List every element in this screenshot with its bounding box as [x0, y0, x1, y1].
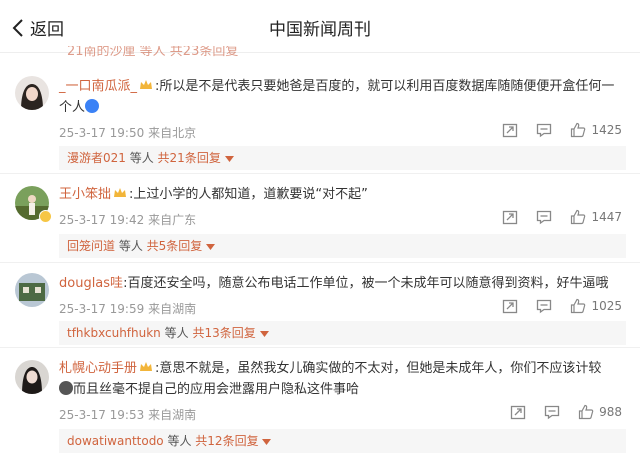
back-label: 返回: [30, 20, 64, 40]
verified-badge-icon: [39, 210, 52, 223]
like-count: 1425: [591, 123, 622, 137]
like-button[interactable]: 1025: [570, 298, 622, 314]
comment-icon: [537, 299, 552, 314]
crown-badge-icon: [140, 362, 153, 371]
top-nav-bar: 返回 中国新闻周刊: [0, 0, 640, 53]
thumbs-up-icon: [578, 404, 594, 420]
comment-item: douglas哇:百度还安全吗，随意公布电话工作单位，被一个未成年可以随意得到资…: [0, 263, 640, 348]
reply-connector: 等人: [160, 326, 193, 340]
comment-location: 来自北京: [148, 126, 197, 140]
back-button[interactable]: 返回: [12, 15, 64, 40]
comment-icon: [537, 123, 552, 138]
like-count: 1447: [591, 210, 622, 224]
comment-username[interactable]: 札幌心动手册: [59, 361, 137, 376]
comment-item: 王小笨拙 :上过小学的人都知道，道歉要说“对不起” 25-3-17 19:42 来…: [0, 174, 640, 264]
comment-location: 来自广东: [148, 213, 197, 227]
thumbs-up-icon: [571, 209, 586, 225]
like-button[interactable]: 1447: [570, 209, 622, 225]
comment-icon: [537, 210, 552, 225]
repost-icon: [503, 210, 518, 225]
comment-time: 25-3-17 19:50: [59, 126, 145, 140]
reply-connector: 等人: [125, 151, 158, 165]
avatar[interactable]: [15, 273, 49, 307]
comment-location: 来自湖南: [148, 408, 197, 422]
comment-button[interactable]: [536, 209, 552, 225]
reply-connector: 等人: [163, 434, 196, 448]
comment-button[interactable]: [536, 122, 552, 138]
comment-item: 札幌心动手册 :意思不就是，虽然我女儿确实做的不太对，但她是未成年人，你们不应该计…: [0, 348, 640, 455]
comment-time: 25-3-17 19:42: [59, 213, 145, 227]
like-count: 1025: [591, 299, 622, 313]
comment-username[interactable]: 王小笨拙: [59, 187, 111, 202]
comment-text: :意思不就是，虽然我女儿确实做的不太对，但她是未成年人，你们不应该计较: [155, 361, 602, 376]
reply-summary[interactable]: 漫游者021 等人 共21条回复: [59, 146, 626, 170]
comment-text: :百度还安全吗，随意公布电话工作单位，被一个未成年可以随意得到资料，好牛逼哦: [123, 276, 609, 291]
like-count: 988: [599, 405, 622, 419]
repost-button[interactable]: [502, 122, 518, 138]
comment-time: 25-3-17 19:59: [59, 302, 145, 316]
comment-time: 25-3-17 19:53: [59, 408, 145, 422]
caret-down-icon: [259, 331, 269, 337]
crown-badge-icon: [140, 80, 153, 89]
page-title: 中国新闻周刊: [269, 20, 371, 40]
reply-count[interactable]: 共13条回复: [192, 326, 255, 340]
reply-count[interactable]: 共21条回复: [158, 151, 221, 165]
repost-button[interactable]: [510, 404, 526, 420]
reply-count[interactable]: 共12条回复: [195, 434, 258, 448]
comment-icon: [544, 405, 560, 420]
chevron-left-icon: [12, 18, 23, 37]
comment-button[interactable]: [536, 298, 552, 314]
reply-summary[interactable]: tfhkbxcuhfhukn 等人 共13条回复: [59, 321, 626, 345]
repost-button[interactable]: [502, 298, 518, 314]
comment-text-line2: 而且丝毫不提自己的应用会泄露用户隐私这件事哈: [73, 382, 360, 397]
avatar[interactable]: [15, 76, 49, 110]
emoji-icon: [59, 381, 73, 395]
avatar[interactable]: [15, 360, 49, 394]
reply-summary[interactable]: 回笼问道 等人 共5条回复: [59, 234, 626, 258]
repost-icon: [503, 299, 518, 314]
reply-username[interactable]: dowatiwanttodo: [67, 434, 164, 448]
reply-count[interactable]: 共5条回复: [147, 239, 203, 253]
caret-down-icon: [206, 244, 216, 250]
caret-down-icon: [224, 156, 234, 162]
repost-icon: [503, 123, 518, 138]
comment-item: _一口南瓜派_:所以是不是代表只要她爸是百度的，就可以利用百度数据库随随便便开盒…: [0, 62, 640, 172]
comment-button[interactable]: [544, 404, 560, 420]
reply-username[interactable]: 回笼问道: [67, 239, 115, 253]
thumbs-up-icon: [571, 122, 586, 138]
reply-username[interactable]: tfhkbxcuhfhukn: [67, 326, 161, 340]
comment-text: :上过小学的人都知道，道歉要说“对不起”: [129, 187, 368, 202]
reply-summary[interactable]: dowatiwanttodo 等人 共12条回复: [59, 429, 626, 453]
reply-connector: 等人: [115, 239, 147, 253]
emoji-icon: [85, 99, 100, 113]
reply-username[interactable]: 漫游者021: [67, 151, 126, 165]
like-button[interactable]: 1425: [570, 122, 622, 138]
comment-location: 来自湖南: [148, 302, 197, 316]
like-button[interactable]: 988: [578, 404, 622, 420]
repost-button[interactable]: [502, 209, 518, 225]
repost-icon: [510, 405, 526, 420]
caret-down-icon: [262, 439, 272, 445]
comment-username[interactable]: _一口南瓜派_: [59, 79, 137, 94]
thumbs-up-icon: [571, 298, 586, 314]
comment-username[interactable]: douglas哇: [59, 276, 123, 291]
crown-badge-icon: [114, 188, 127, 197]
